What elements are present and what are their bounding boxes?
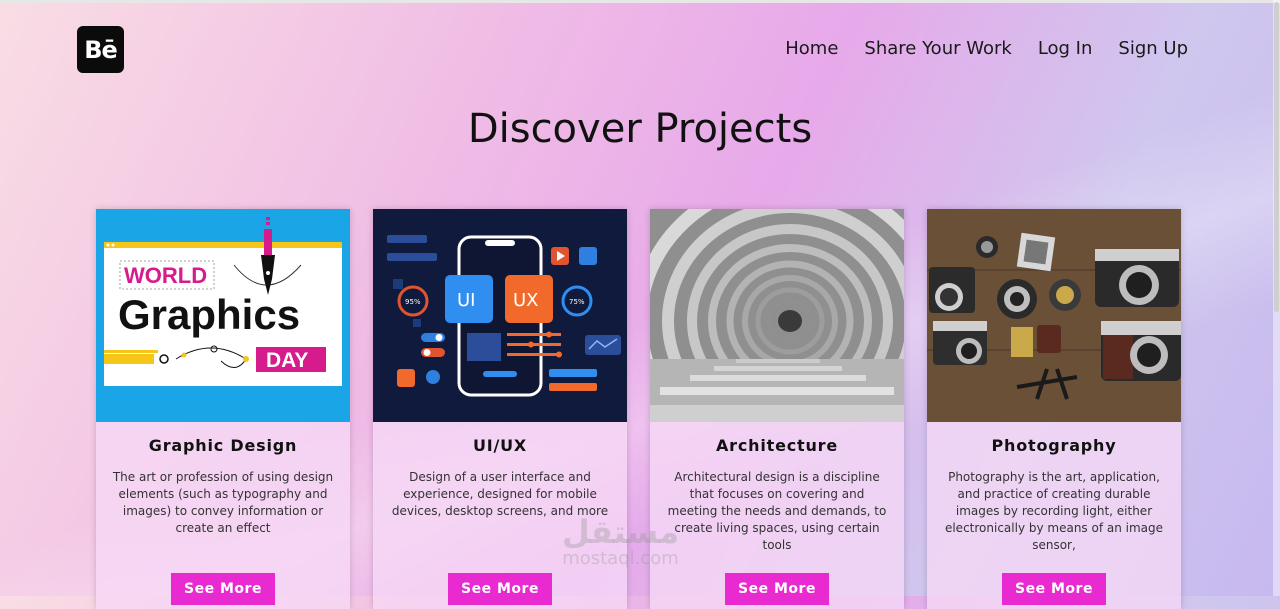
card-description: Architectural design is a discipline tha… xyxy=(667,470,887,552)
nav-log-in-link[interactable]: Log In xyxy=(1038,38,1093,59)
card-title: Photography xyxy=(991,436,1117,455)
card-architecture: Architecture Architectural design is a d… xyxy=(650,209,904,609)
card-description: The art or profession of using design el… xyxy=(112,470,334,535)
behance-logo[interactable]: Bē xyxy=(77,26,124,73)
card-description: Photography is the art, application, and… xyxy=(944,470,1164,552)
card-graphic-design: WORLD Graphics DAY Graphic Design The ar… xyxy=(96,209,350,609)
see-more-button[interactable]: See More xyxy=(1002,573,1106,605)
nav-home-link[interactable]: Home xyxy=(785,38,838,59)
scrollbar-thumb[interactable] xyxy=(1274,2,1279,312)
graphic-image-text-day: DAY xyxy=(266,349,308,372)
main-nav: Home Share Your Work Log In Sign Up xyxy=(785,38,1188,59)
ui-image-pct-left: 95% xyxy=(405,298,421,306)
ui-ux-image: 95% UI UX 75% xyxy=(373,209,627,422)
nav-share-your-work-link[interactable]: Share Your Work xyxy=(864,38,1011,59)
see-more-button[interactable]: See More xyxy=(725,573,829,605)
card-photography: Photography Photography is the art, appl… xyxy=(927,209,1181,609)
card-ui-ux: 95% UI UX 75% UI/UX Design of a user int… xyxy=(373,209,627,609)
nav-sign-up-link[interactable]: Sign Up xyxy=(1118,38,1188,59)
graphic-image-text-world: WORLD xyxy=(124,263,207,288)
project-cards: WORLD Graphics DAY Graphic Design The ar… xyxy=(96,209,1181,609)
architecture-image xyxy=(650,209,904,422)
photography-image xyxy=(927,209,1181,422)
card-title: Graphic Design xyxy=(148,436,298,455)
ui-image-label-ux: UX xyxy=(513,290,539,311)
card-title: Architecture xyxy=(716,436,838,455)
see-more-button[interactable]: See More xyxy=(448,573,552,605)
card-description: Design of a user interface and experienc… xyxy=(391,470,609,518)
top-border xyxy=(0,0,1280,3)
card-title: UI/UX xyxy=(472,436,528,455)
graphic-design-image: WORLD Graphics DAY xyxy=(96,209,350,422)
ux-image-pct-right: 75% xyxy=(569,298,585,306)
see-more-button[interactable]: See More xyxy=(171,573,275,605)
graphic-image-text-graphics: Graphics xyxy=(118,291,300,338)
ui-image-label-ui: UI xyxy=(457,290,475,311)
page-title: Discover Projects xyxy=(467,106,813,152)
